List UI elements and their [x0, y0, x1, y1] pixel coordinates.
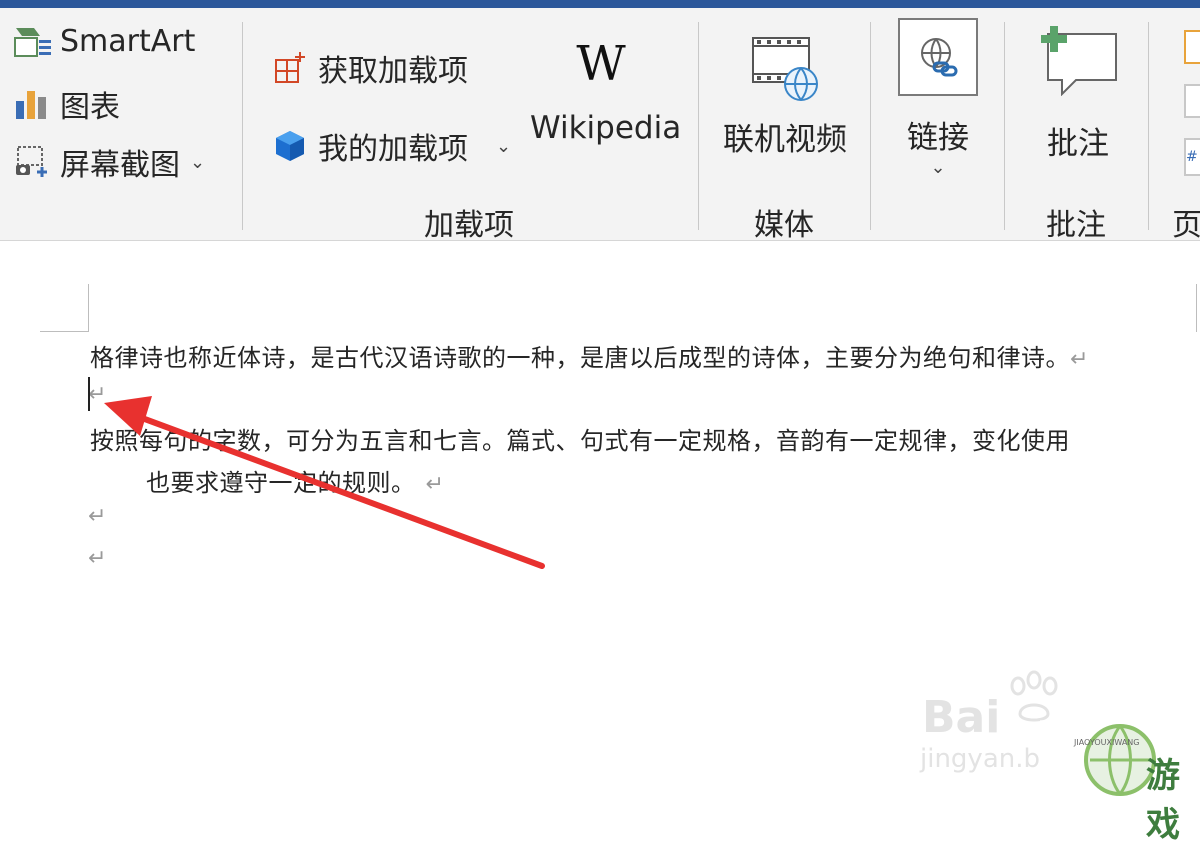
store-grid-icon — [275, 52, 305, 83]
bar-chart-icon — [16, 91, 46, 119]
smartart-icon — [14, 27, 51, 57]
wikipedia-label: Wikipedia — [530, 110, 682, 146]
smartart-button[interactable]: SmartArt — [14, 24, 195, 59]
text-cursor — [88, 377, 90, 411]
get-addins-label: 获取加载项 — [318, 54, 468, 89]
paragraph-text: 也要求遵守一定的规则。 — [146, 469, 416, 497]
group-separator — [1148, 22, 1149, 230]
my-addins-label: 我的加载项 — [318, 132, 468, 167]
page-number-icon[interactable]: # — [1184, 138, 1200, 176]
title-bar — [0, 0, 1200, 8]
watermark-brand: Bai — [922, 692, 1001, 743]
paragraph-mark: ↵ — [1070, 347, 1089, 372]
paw-icon — [1010, 670, 1058, 722]
header-footer-group-label: 页 — [1172, 208, 1200, 243]
online-video-label: 联机视频 — [723, 122, 847, 158]
paragraph-1[interactable]: 格律诗也称近体诗，是古代汉语诗歌的一种，是唐以后成型的诗体，主要分为绝句和律诗。… — [90, 338, 1089, 373]
group-separator — [698, 22, 699, 230]
paragraph-mark: ↵ — [88, 546, 107, 571]
link-icon-box — [898, 18, 978, 96]
watermark-sub: jingyan.b — [920, 744, 1040, 774]
group-separator — [242, 22, 243, 230]
paragraph-mark: ↵ — [425, 472, 445, 497]
screenshot-icon — [16, 146, 47, 177]
screenshot-label: 屏幕截图 — [60, 148, 180, 183]
link-button[interactable]: 链接 ⌄ — [896, 18, 980, 178]
chevron-down-icon: ⌄ — [190, 151, 206, 173]
paragraph-text: 格律诗也称近体诗，是古代汉语诗歌的一种，是唐以后成型的诗体，主要分为绝句和律诗。 — [90, 344, 1070, 372]
my-addins-button[interactable]: 我的加载项 ⌄ — [274, 124, 511, 168]
group-separator — [870, 22, 871, 230]
new-comment-icon — [1041, 26, 1117, 97]
online-video-button[interactable]: 联机视频 — [722, 34, 848, 159]
ribbon: SmartArt 图表 屏幕截图 ⌄ 获取加载项 我的加载项 ⌄ W Wikip… — [0, 8, 1200, 243]
chart-label: 图表 — [60, 90, 120, 125]
chevron-down-icon[interactable]: ⌄ — [496, 136, 511, 157]
addins-group-label: 加载项 — [424, 208, 514, 243]
paragraph-mark: ↵ — [88, 504, 107, 529]
smartart-label: SmartArt — [60, 24, 196, 59]
paragraph-2[interactable]: 按照每句的字数，可分为五言和七言。篇式、句式有一定规格，音韵有一定规律，变化使用 — [90, 421, 1070, 456]
crop-mark — [40, 331, 88, 332]
wikipedia-icon: W — [576, 36, 626, 92]
paragraph-2-continuation[interactable]: 也要求遵守一定的规则。 ↵ — [146, 463, 444, 498]
get-addins-button[interactable]: 获取加载项 — [274, 46, 468, 90]
logo-text: 游戏 — [1146, 756, 1180, 845]
media-group-label: 媒体 — [754, 208, 814, 243]
header-icon[interactable] — [1184, 30, 1200, 64]
paragraph-text: 按照每句的字数，可分为五言和七言。篇式、句式有一定规格，音韵有一定规律，变化使用 — [90, 427, 1070, 455]
group-separator — [1004, 22, 1005, 230]
comments-group-label: 批注 — [1046, 208, 1106, 243]
online-video-icon — [752, 37, 818, 101]
chart-button[interactable]: 图表 — [14, 82, 120, 126]
screenshot-button[interactable]: 屏幕截图 ⌄ — [14, 140, 205, 184]
paragraph-mark: ↵ — [88, 382, 107, 407]
logo-sub-text: JIAOYOUXIWANG — [1074, 738, 1140, 747]
crop-mark — [88, 284, 89, 332]
chevron-down-icon[interactable]: ⌄ — [896, 157, 980, 178]
link-label: 链接 — [907, 120, 969, 156]
link-globe-icon — [921, 38, 958, 77]
wikipedia-button[interactable]: W Wikipedia — [530, 36, 682, 146]
cube-icon — [276, 131, 304, 161]
comment-button[interactable]: 批注 — [1030, 26, 1126, 163]
comment-label: 批注 — [1047, 126, 1109, 162]
footer-icon[interactable] — [1184, 84, 1200, 118]
crop-mark — [1196, 284, 1197, 332]
game-site-logo: JIAOYOUXIWANG 游戏 — [1040, 720, 1200, 845]
